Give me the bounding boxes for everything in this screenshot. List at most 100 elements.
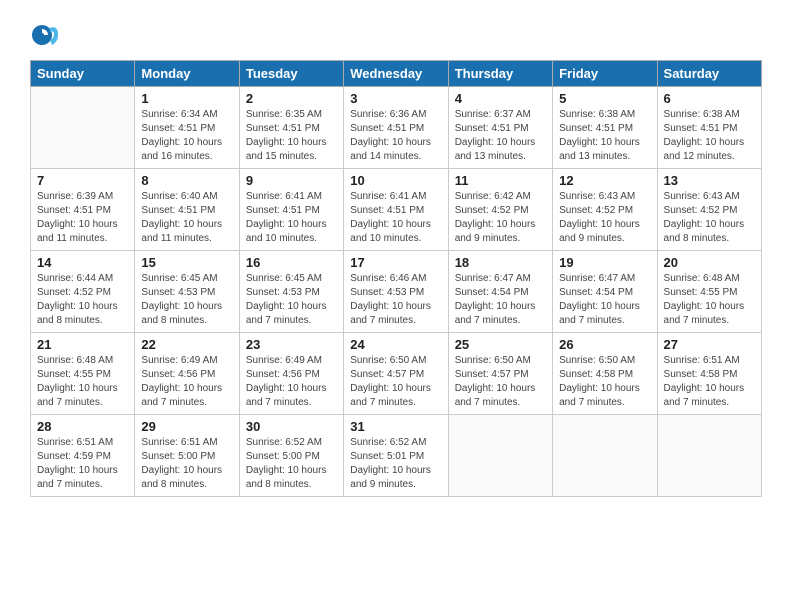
- calendar-cell: 16Sunrise: 6:45 AM Sunset: 4:53 PM Dayli…: [239, 251, 343, 333]
- calendar-cell: 4 Sunrise: 6:37 AM Sunset: 4:51 PM Daylig…: [448, 87, 552, 169]
- day-number: 25: [455, 337, 546, 352]
- calendar-cell: 22Sunrise: 6:49 AM Sunset: 4:56 PM Dayli…: [135, 333, 239, 415]
- calendar-cell: 7 Sunrise: 6:39 AM Sunset: 4:51 PM Daylig…: [31, 169, 135, 251]
- calendar: SundayMondayTuesdayWednesdayThursdayFrid…: [30, 60, 762, 497]
- day-info: Sunrise: 6:41 AM Sunset: 4:51 PM Dayligh…: [246, 190, 337, 246]
- day-info: Sunrise: 6:48 AM Sunset: 4:55 PM Dayligh…: [664, 272, 755, 328]
- week-row-2: 7 Sunrise: 6:39 AM Sunset: 4:51 PM Daylig…: [31, 169, 762, 251]
- calendar-cell: 14Sunrise: 6:44 AM Sunset: 4:52 PM Dayli…: [31, 251, 135, 333]
- day-number: 19: [559, 255, 650, 270]
- day-number: 18: [455, 255, 546, 270]
- calendar-cell: [657, 415, 761, 497]
- weekday-header-sunday: Sunday: [31, 61, 135, 87]
- day-info: Sunrise: 6:35 AM Sunset: 4:51 PM Dayligh…: [246, 108, 337, 164]
- day-number: 3: [350, 91, 441, 106]
- calendar-cell: 10 Sunrise: 6:41 AM Sunset: 4:51 PM Dayli…: [344, 169, 448, 251]
- day-info: Sunrise: 6:51 AM Sunset: 4:58 PM Dayligh…: [664, 354, 755, 410]
- day-info: Sunrise: 6:43 AM Sunset: 4:52 PM Dayligh…: [664, 190, 755, 246]
- calendar-cell: 25 Sunrise: 6:50 AM Sunset: 4:57 PM Dayli…: [448, 333, 552, 415]
- calendar-cell: 3 Sunrise: 6:36 AM Sunset: 4:51 PM Daylig…: [344, 87, 448, 169]
- logo-icon: [30, 20, 60, 50]
- day-number: 26: [559, 337, 650, 352]
- weekday-header-tuesday: Tuesday: [239, 61, 343, 87]
- calendar-cell: 2 Sunrise: 6:35 AM Sunset: 4:51 PM Daylig…: [239, 87, 343, 169]
- calendar-cell: 28 Sunrise: 6:51 AM Sunset: 4:59 PM Dayli…: [31, 415, 135, 497]
- day-info: Sunrise: 6:44 AM Sunset: 4:52 PM Dayligh…: [37, 272, 128, 328]
- week-row-5: 28 Sunrise: 6:51 AM Sunset: 4:59 PM Dayli…: [31, 415, 762, 497]
- day-info: Sunrise: 6:49 AM Sunset: 4:56 PM Dayligh…: [246, 354, 337, 410]
- day-info: Sunrise: 6:48 AM Sunset: 4:55 PM Dayligh…: [37, 354, 128, 410]
- day-info: Sunrise: 6:52 AM Sunset: 5:01 PM Dayligh…: [350, 436, 441, 492]
- day-info: Sunrise: 6:50 AM Sunset: 4:58 PM Dayligh…: [559, 354, 650, 410]
- day-info: Sunrise: 6:45 AM Sunset: 4:53 PM Dayligh…: [141, 272, 232, 328]
- calendar-cell: 30Sunrise: 6:52 AM Sunset: 5:00 PM Dayli…: [239, 415, 343, 497]
- day-number: 22: [141, 337, 232, 352]
- week-row-3: 14Sunrise: 6:44 AM Sunset: 4:52 PM Dayli…: [31, 251, 762, 333]
- day-number: 29: [141, 419, 232, 434]
- day-number: 1: [141, 91, 232, 106]
- calendar-cell: 9 Sunrise: 6:41 AM Sunset: 4:51 PM Daylig…: [239, 169, 343, 251]
- day-number: 12: [559, 173, 650, 188]
- day-info: Sunrise: 6:43 AM Sunset: 4:52 PM Dayligh…: [559, 190, 650, 246]
- day-info: Sunrise: 6:52 AM Sunset: 5:00 PM Dayligh…: [246, 436, 337, 492]
- calendar-cell: 27 Sunrise: 6:51 AM Sunset: 4:58 PM Dayli…: [657, 333, 761, 415]
- day-number: 20: [664, 255, 755, 270]
- day-number: 2: [246, 91, 337, 106]
- day-info: Sunrise: 6:39 AM Sunset: 4:51 PM Dayligh…: [37, 190, 128, 246]
- day-info: Sunrise: 6:40 AM Sunset: 4:51 PM Dayligh…: [141, 190, 232, 246]
- calendar-cell: [553, 415, 657, 497]
- day-info: Sunrise: 6:50 AM Sunset: 4:57 PM Dayligh…: [350, 354, 441, 410]
- day-number: 4: [455, 91, 546, 106]
- day-info: Sunrise: 6:51 AM Sunset: 5:00 PM Dayligh…: [141, 436, 232, 492]
- day-number: 15: [141, 255, 232, 270]
- day-info: Sunrise: 6:51 AM Sunset: 4:59 PM Dayligh…: [37, 436, 128, 492]
- day-number: 6: [664, 91, 755, 106]
- day-number: 27: [664, 337, 755, 352]
- week-row-4: 21Sunrise: 6:48 AM Sunset: 4:55 PM Dayli…: [31, 333, 762, 415]
- day-info: Sunrise: 6:38 AM Sunset: 4:51 PM Dayligh…: [559, 108, 650, 164]
- weekday-header-saturday: Saturday: [657, 61, 761, 87]
- day-number: 31: [350, 419, 441, 434]
- day-info: Sunrise: 6:47 AM Sunset: 4:54 PM Dayligh…: [559, 272, 650, 328]
- weekday-header-friday: Friday: [553, 61, 657, 87]
- weekday-header-monday: Monday: [135, 61, 239, 87]
- day-info: Sunrise: 6:37 AM Sunset: 4:51 PM Dayligh…: [455, 108, 546, 164]
- day-info: Sunrise: 6:38 AM Sunset: 4:51 PM Dayligh…: [664, 108, 755, 164]
- day-number: 10: [350, 173, 441, 188]
- day-info: Sunrise: 6:46 AM Sunset: 4:53 PM Dayligh…: [350, 272, 441, 328]
- calendar-cell: 24 Sunrise: 6:50 AM Sunset: 4:57 PM Dayli…: [344, 333, 448, 415]
- calendar-cell: 6 Sunrise: 6:38 AM Sunset: 4:51 PM Daylig…: [657, 87, 761, 169]
- calendar-cell: 31 Sunrise: 6:52 AM Sunset: 5:01 PM Dayli…: [344, 415, 448, 497]
- calendar-cell: [31, 87, 135, 169]
- weekday-header-thursday: Thursday: [448, 61, 552, 87]
- logo: [30, 20, 64, 50]
- calendar-cell: 8Sunrise: 6:40 AM Sunset: 4:51 PM Daylig…: [135, 169, 239, 251]
- day-number: 24: [350, 337, 441, 352]
- day-info: Sunrise: 6:47 AM Sunset: 4:54 PM Dayligh…: [455, 272, 546, 328]
- calendar-cell: 26 Sunrise: 6:50 AM Sunset: 4:58 PM Dayli…: [553, 333, 657, 415]
- calendar-cell: 13 Sunrise: 6:43 AM Sunset: 4:52 PM Dayli…: [657, 169, 761, 251]
- day-number: 17: [350, 255, 441, 270]
- calendar-cell: [448, 415, 552, 497]
- week-row-1: 1Sunrise: 6:34 AM Sunset: 4:51 PM Daylig…: [31, 87, 762, 169]
- page: SundayMondayTuesdayWednesdayThursdayFrid…: [0, 0, 792, 612]
- day-info: Sunrise: 6:42 AM Sunset: 4:52 PM Dayligh…: [455, 190, 546, 246]
- calendar-cell: 12 Sunrise: 6:43 AM Sunset: 4:52 PM Dayli…: [553, 169, 657, 251]
- day-number: 7: [37, 173, 128, 188]
- weekday-header-row: SundayMondayTuesdayWednesdayThursdayFrid…: [31, 61, 762, 87]
- day-info: Sunrise: 6:45 AM Sunset: 4:53 PM Dayligh…: [246, 272, 337, 328]
- calendar-cell: 15 Sunrise: 6:45 AM Sunset: 4:53 PM Dayli…: [135, 251, 239, 333]
- day-number: 28: [37, 419, 128, 434]
- calendar-cell: 29 Sunrise: 6:51 AM Sunset: 5:00 PM Dayli…: [135, 415, 239, 497]
- day-number: 23: [246, 337, 337, 352]
- day-info: Sunrise: 6:36 AM Sunset: 4:51 PM Dayligh…: [350, 108, 441, 164]
- calendar-cell: 23 Sunrise: 6:49 AM Sunset: 4:56 PM Dayli…: [239, 333, 343, 415]
- day-number: 13: [664, 173, 755, 188]
- calendar-cell: 11Sunrise: 6:42 AM Sunset: 4:52 PM Dayli…: [448, 169, 552, 251]
- day-info: Sunrise: 6:41 AM Sunset: 4:51 PM Dayligh…: [350, 190, 441, 246]
- calendar-cell: 20 Sunrise: 6:48 AM Sunset: 4:55 PM Dayli…: [657, 251, 761, 333]
- day-info: Sunrise: 6:50 AM Sunset: 4:57 PM Dayligh…: [455, 354, 546, 410]
- calendar-cell: 1Sunrise: 6:34 AM Sunset: 4:51 PM Daylig…: [135, 87, 239, 169]
- header: [30, 20, 762, 50]
- day-number: 9: [246, 173, 337, 188]
